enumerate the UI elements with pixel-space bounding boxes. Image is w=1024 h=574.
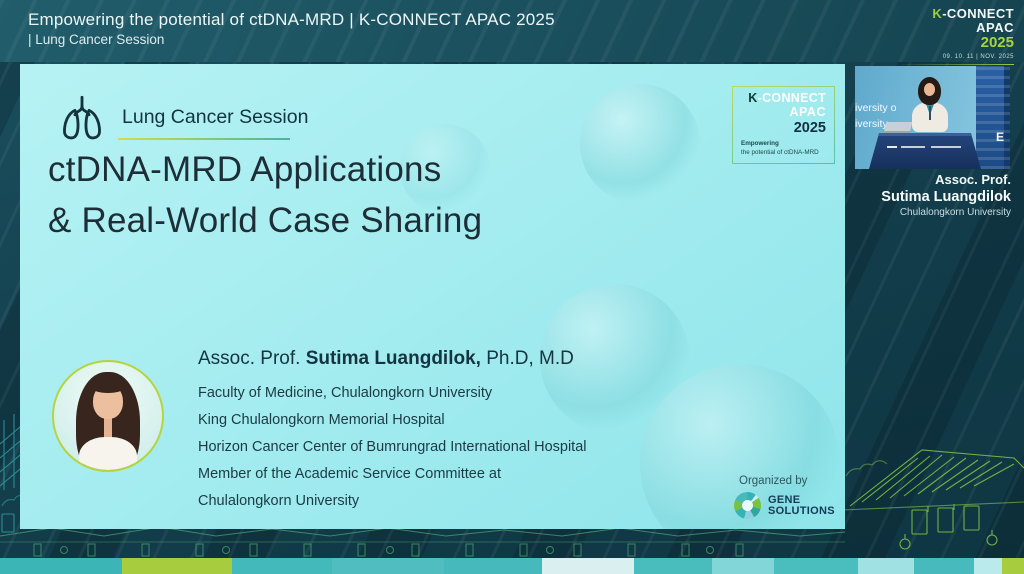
badge-underline [902, 64, 1014, 66]
badge-kconnect: K-CONNECT [932, 6, 1014, 21]
footer-bar-segment [974, 558, 1002, 574]
video-caption: Assoc. Prof. Sutima Luangdilok Chulalong… [845, 172, 1011, 220]
caption-title: Assoc. Prof. [935, 172, 1011, 187]
badge-year: 2025 [980, 34, 1014, 52]
slide-title-line2: & Real-World Case Sharing [48, 201, 483, 240]
footer-bar-segment [712, 558, 774, 574]
affiliation-line: Member of the Academic Service Committee… [198, 466, 502, 482]
logo-apac: APAC [789, 104, 826, 119]
footer-bar-segment [332, 558, 444, 574]
caption-name: Sutima Luangdilok [881, 189, 1011, 205]
badge-apac: APAC [976, 19, 1014, 35]
badge-dates: 09. 10. 11 | NOV. 2025 [942, 54, 1014, 61]
slide-title: ctDNA-MRD Applications & Real-World Case… [48, 144, 482, 246]
gene-solutions-logo-text: GENE SOLUTIONS [768, 493, 835, 517]
laptop [883, 122, 913, 133]
video-speaker-face [924, 83, 935, 96]
footer-color-bar [0, 558, 1024, 574]
speaker-video-thumbnail[interactable]: iversity o iversity E [855, 66, 1010, 169]
organized-by-label: Organized by [739, 475, 808, 487]
stage-banner-letter: E [995, 130, 1004, 144]
slide-title-line1: ctDNA-MRD Applications [48, 150, 442, 189]
footer-bar-segment [774, 558, 858, 574]
gene-solutions-logo: GENE SOLUTIONS [734, 492, 835, 519]
session-subtitle: | Lung Cancer Session [28, 32, 165, 47]
footer-bar-segment [122, 558, 232, 574]
photo-body [78, 436, 138, 470]
lungs-icon [63, 95, 101, 140]
speaker-name-line: Assoc. Prof. Sutima Luangdilok, Ph.D, M.… [198, 348, 574, 369]
affiliation-line: Horizon Cancer Center of Bumrungrad Inte… [198, 439, 587, 455]
stage-banner [976, 66, 1010, 169]
event-badge-topright: K-CONNECT APAC 2025 09. 10. 11 | NOV. 20… [902, 6, 1014, 66]
gene-solutions-logo-icon [734, 492, 761, 519]
footer-bar-segment [444, 558, 542, 574]
podium [869, 133, 981, 169]
molecule-decoration [580, 84, 700, 204]
footer-bar-segment [1002, 558, 1024, 574]
speaker-photo [52, 360, 164, 472]
footer-bar-segment [0, 558, 122, 574]
footer-bar-segment [542, 558, 634, 574]
footer-bar-segment [232, 558, 332, 574]
affiliation-line: Chulalongkorn University [198, 493, 360, 509]
session-label: Lung Cancer Session [122, 106, 309, 128]
affiliation-line: King Chulalongkorn Memorial Hospital [198, 412, 445, 428]
livestream-screen: Empowering the potential of ctDNA-MRD | … [0, 0, 1024, 574]
footer-bar-segment [858, 558, 914, 574]
slide-event-logo: K-CONNECT APAC 2025 Empowering the poten… [732, 86, 835, 164]
logo-kconnect: K-CONNECT [748, 91, 826, 105]
projection-screen-text: iversity [855, 118, 888, 130]
footer-bar-segment [914, 558, 974, 574]
footer-bar-segment [634, 558, 712, 574]
podium-logos [887, 143, 961, 151]
presentation-slide: Lung Cancer Session ctDNA-MRD Applicatio… [20, 64, 845, 529]
projection-screen-text: iversity o [855, 102, 897, 114]
event-title: Empowering the potential of ctDNA-MRD | … [28, 10, 555, 29]
video-speaker-lanyard [929, 106, 931, 120]
speaker-name-bold: Sutima Luangdilok, [305, 348, 481, 369]
session-underline [118, 138, 290, 140]
logo-year: 2025 [793, 119, 826, 136]
top-bar: Empowering the potential of ctDNA-MRD | … [0, 0, 1024, 62]
speaker-affiliations: Faculty of Medicine, Chulalongkorn Unive… [198, 380, 586, 515]
affiliation-line: Faculty of Medicine, Chulalongkorn Unive… [198, 385, 493, 401]
caption-university: Chulalongkorn University [899, 207, 1011, 218]
logo-tagline: Empowering the potential of ctDNA-MRD [741, 140, 819, 156]
